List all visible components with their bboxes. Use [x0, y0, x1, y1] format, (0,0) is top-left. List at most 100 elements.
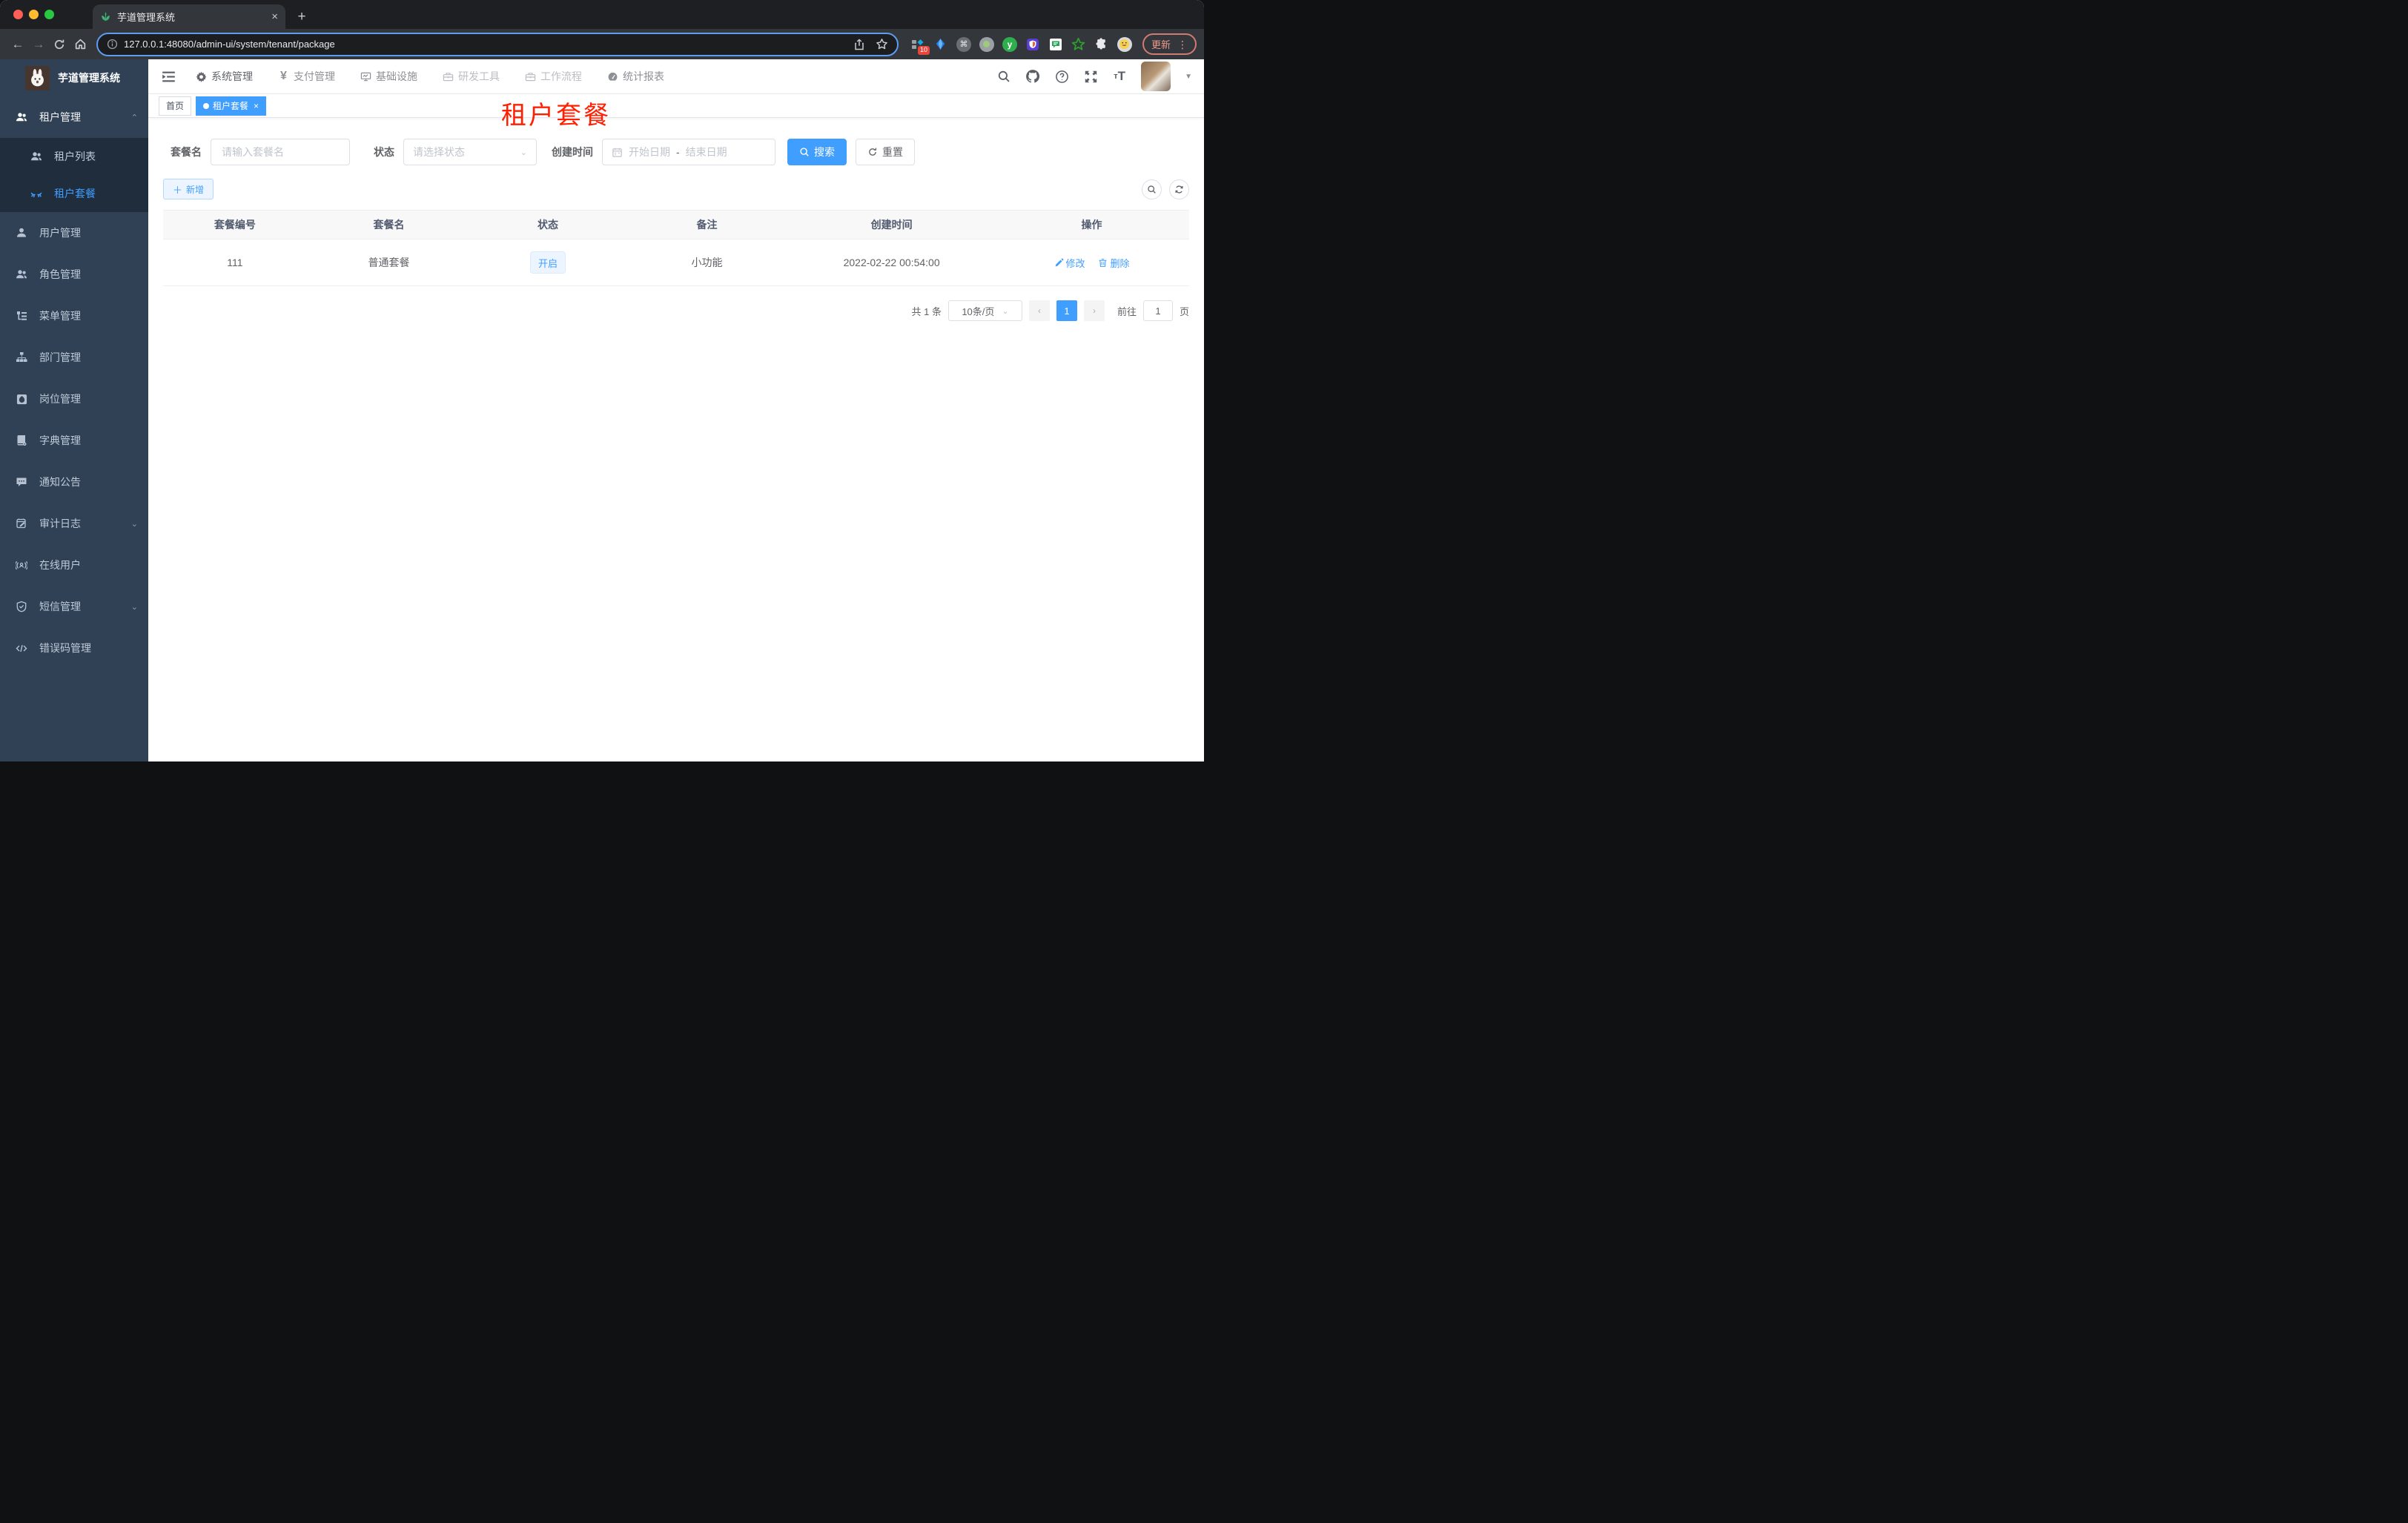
sidebar-item-label: 短信管理 — [39, 601, 81, 612]
online-icon — [16, 559, 27, 571]
tag-label: 首页 — [166, 101, 185, 111]
delete-link[interactable]: 删除 — [1098, 256, 1129, 270]
bookmark-star-icon[interactable] — [876, 38, 888, 50]
package-name-input[interactable] — [220, 145, 340, 159]
fullscreen-icon[interactable] — [1083, 69, 1098, 84]
extensions-area: 10 ⌘ y — [904, 36, 1138, 55]
site-info-icon[interactable] — [107, 39, 118, 50]
reset-button-label: 重置 — [882, 146, 903, 158]
tag-home[interactable]: 首页 — [159, 96, 192, 116]
browser-menu-dots-icon[interactable]: ⋮ — [1177, 39, 1188, 50]
topnav-item-payment[interactable]: ¥ 支付管理 — [278, 69, 335, 84]
help-icon[interactable] — [1054, 69, 1069, 84]
col-actions: 操作 — [994, 210, 1189, 239]
ext-gem-icon[interactable] — [933, 37, 948, 52]
topnav-item-dev-tools[interactable]: 研发工具 — [443, 69, 500, 84]
close-window-button[interactable] — [13, 10, 23, 19]
sidebar-item-online-users[interactable]: 在线用户 — [0, 544, 148, 586]
topnav-item-system[interactable]: 系统管理 — [196, 69, 253, 84]
toggle-search-icon-button[interactable] — [1142, 179, 1162, 199]
topnav-item-workflow[interactable]: 工作流程 — [525, 69, 582, 84]
top-menu: 系统管理 ¥ 支付管理 基础设施 研发工具 工作流程 统计报表 — [196, 69, 664, 84]
url-text[interactable]: 127.0.0.1:48080/admin-ui/system/tenant/p… — [124, 39, 847, 50]
ext-grid-diamond-icon[interactable]: 10 — [910, 37, 930, 55]
github-icon[interactable] — [1025, 69, 1040, 84]
col-package-name: 套餐名 — [306, 210, 472, 239]
avatar-caret-down-icon[interactable]: ▼ — [1185, 73, 1192, 81]
plus-icon: ＋ — [173, 184, 183, 196]
sidebar-item-tenant-package[interactable]: 租户套餐 — [0, 175, 148, 212]
sidebar-item-tenant-management[interactable]: 租户管理 ⌃ — [0, 96, 148, 138]
sidebar-item-post-management[interactable]: 岗位管理 — [0, 378, 148, 420]
date-separator: - — [676, 146, 680, 158]
sidebar-item-audit-log[interactable]: 审计日志 ⌄ — [0, 503, 148, 544]
browser-window: 芋道管理系统 × + ← → 127.0.0.1:48080/admin-ui/… — [0, 0, 1204, 762]
tab-close-icon[interactable]: × — [271, 11, 278, 22]
sidebar-item-menu-management[interactable]: 菜单管理 — [0, 295, 148, 337]
topnav-item-reports[interactable]: 统计报表 — [607, 69, 664, 84]
sidebar-item-dict-management[interactable]: 字典管理 — [0, 420, 148, 461]
ext-star-icon[interactable] — [1071, 37, 1086, 52]
page-unit-label: 页 — [1179, 305, 1189, 317]
sidebar-collapse-icon[interactable] — [160, 68, 176, 85]
sidebar-item-notice[interactable]: 通知公告 — [0, 461, 148, 503]
back-icon[interactable]: ← — [7, 34, 28, 55]
ext-y-icon[interactable]: y — [1002, 36, 1017, 52]
sidebar-item-error-code[interactable]: 错误码管理 — [0, 627, 148, 669]
home-icon[interactable] — [70, 34, 90, 55]
share-icon[interactable] — [853, 38, 865, 50]
ext-command-icon[interactable]: ⌘ — [956, 36, 971, 52]
goto-page-input[interactable] — [1142, 300, 1173, 321]
user-avatar[interactable] — [1141, 62, 1171, 91]
edit-link[interactable]: 修改 — [1054, 256, 1085, 270]
page-size-select[interactable]: 10条/页 ⌄ — [947, 300, 1022, 321]
page-size-value: 10条/页 — [962, 305, 995, 317]
reset-button[interactable]: 重置 — [856, 139, 915, 165]
browser-update-chip[interactable]: 更新 ⋮ — [1142, 33, 1197, 55]
refresh-icon-button[interactable] — [1169, 179, 1189, 199]
sidebar-item-tenant-list[interactable]: 租户列表 — [0, 138, 148, 175]
address-bar[interactable]: 127.0.0.1:48080/admin-ui/system/tenant/p… — [96, 32, 899, 56]
ext-puzzle-icon[interactable] — [1094, 37, 1109, 52]
topnav-item-infra[interactable]: 基础设施 — [360, 69, 417, 84]
new-tab-button[interactable]: + — [291, 7, 312, 27]
sidebar-logo-row[interactable]: 芋道管理系统 — [0, 59, 148, 96]
tab-title: 芋道管理系统 — [117, 12, 176, 23]
add-button[interactable]: ＋ 新增 — [163, 179, 214, 199]
favicon-plant-icon — [100, 11, 111, 22]
ext-chat-icon[interactable] — [1048, 37, 1063, 52]
ext-smiley-icon[interactable] — [1117, 36, 1132, 52]
topnav-label: 系统管理 — [211, 70, 253, 82]
ext-record-icon[interactable] — [979, 36, 994, 52]
font-size-icon[interactable]: тT — [1112, 69, 1127, 84]
sidebar-item-label: 租户列表 — [54, 151, 96, 162]
reload-icon[interactable] — [49, 34, 70, 55]
page-number-1[interactable]: 1 — [1056, 300, 1077, 321]
header-search-icon[interactable] — [996, 69, 1011, 84]
prev-page-button[interactable]: ‹ — [1028, 300, 1050, 321]
gear-icon — [196, 71, 207, 82]
tenant-list-icon — [30, 151, 42, 162]
topnav-label: 基础设施 — [376, 70, 417, 82]
ext-shield-icon[interactable] — [1025, 37, 1040, 52]
tag-close-icon[interactable]: × — [254, 101, 259, 111]
tags-view-bar: 首页 租户套餐 × — [148, 94, 1204, 118]
col-package-id: 套餐编号 — [163, 210, 307, 239]
zoom-window-button[interactable] — [44, 10, 54, 19]
add-button-label: 新增 — [186, 184, 205, 195]
sidebar-item-role-management[interactable]: 角色管理 — [0, 254, 148, 295]
sms-shield-icon — [16, 601, 27, 612]
sidebar-item-label: 角色管理 — [39, 268, 81, 280]
tree-table-icon — [16, 310, 27, 322]
tag-tenant-package[interactable]: 租户套餐 × — [196, 96, 267, 116]
sidebar-item-sms-management[interactable]: 短信管理 ⌄ — [0, 586, 148, 627]
search-button[interactable]: 搜索 — [787, 139, 847, 165]
minimize-window-button[interactable] — [29, 10, 39, 19]
browser-tab[interactable]: 芋道管理系统 × — [93, 4, 285, 29]
sidebar-item-user-management[interactable]: 用户管理 — [0, 212, 148, 254]
status-select[interactable]: 请选择状态 ⌄ — [403, 139, 537, 165]
sidebar-item-dept-management[interactable]: 部门管理 — [0, 337, 148, 378]
forward-icon[interactable]: → — [28, 34, 49, 55]
next-page-button[interactable]: › — [1083, 300, 1105, 321]
date-range-picker[interactable]: 开始日期 - 结束日期 — [602, 139, 775, 165]
